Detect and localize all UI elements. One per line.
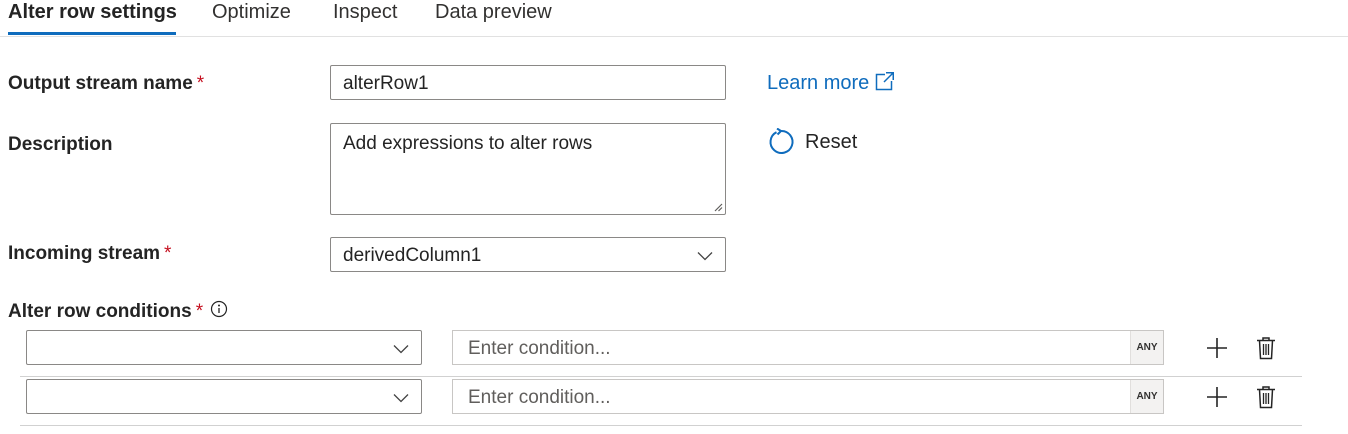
tab-inspect[interactable]: Inspect (333, 0, 397, 34)
tab-data-preview[interactable]: Data preview (435, 0, 552, 34)
required-asterisk: * (164, 243, 172, 264)
description-label: Description (8, 134, 113, 155)
incoming-stream-value: derivedColumn1 (343, 245, 482, 266)
chevron-down-icon (393, 345, 409, 354)
tab-optimize[interactable]: Optimize (212, 0, 291, 34)
description-textarea[interactable]: Add expressions to alter rows (330, 123, 726, 215)
condition-row: Enter condition... ANY (20, 328, 1302, 377)
add-icon[interactable] (1206, 337, 1228, 359)
incoming-stream-label: Incoming stream * (8, 243, 172, 264)
delete-icon[interactable] (1256, 385, 1276, 409)
resize-handle-icon[interactable] (713, 202, 723, 212)
learn-more-link[interactable]: Learn more (767, 71, 895, 95)
open-external-icon (876, 72, 895, 91)
chevron-down-icon (697, 252, 713, 261)
info-icon[interactable] (210, 300, 228, 318)
active-tab-indicator (8, 32, 176, 35)
delete-icon[interactable] (1256, 336, 1276, 360)
chevron-down-icon (393, 394, 409, 403)
condition-row: Enter condition... ANY (20, 377, 1302, 426)
add-icon[interactable] (1206, 386, 1228, 408)
required-asterisk: * (196, 73, 205, 94)
tab-alter-row-settings[interactable]: Alter row settings (8, 0, 177, 34)
incoming-stream-select[interactable]: derivedColumn1 (330, 237, 726, 272)
condition-placeholder: Enter condition... (468, 387, 611, 408)
any-badge[interactable]: ANY (1130, 380, 1163, 413)
output-stream-name-label: Output stream name * (8, 73, 205, 94)
required-asterisk: * (195, 301, 204, 322)
output-stream-name-value: alterRow1 (343, 73, 429, 94)
condition-expression-input[interactable]: Enter condition... ANY (452, 330, 1164, 365)
condition-type-select[interactable] (26, 379, 422, 414)
alter-row-conditions-label: Alter row conditions * (8, 301, 204, 322)
any-badge[interactable]: ANY (1130, 331, 1163, 364)
tab-bar: Alter row settings Optimize Inspect Data… (0, 0, 1348, 37)
description-value: Add expressions to alter rows (343, 133, 593, 154)
condition-placeholder: Enter condition... (468, 338, 611, 359)
condition-expression-input[interactable]: Enter condition... ANY (452, 379, 1164, 414)
reset-label: Reset (805, 131, 858, 153)
alter-row-settings-panel: Alter row settings Optimize Inspect Data… (0, 0, 1348, 434)
condition-type-select[interactable] (26, 330, 422, 365)
learn-more-label: Learn more (767, 72, 870, 94)
output-stream-name-input[interactable]: alterRow1 (330, 65, 726, 100)
reset-icon (769, 128, 794, 154)
